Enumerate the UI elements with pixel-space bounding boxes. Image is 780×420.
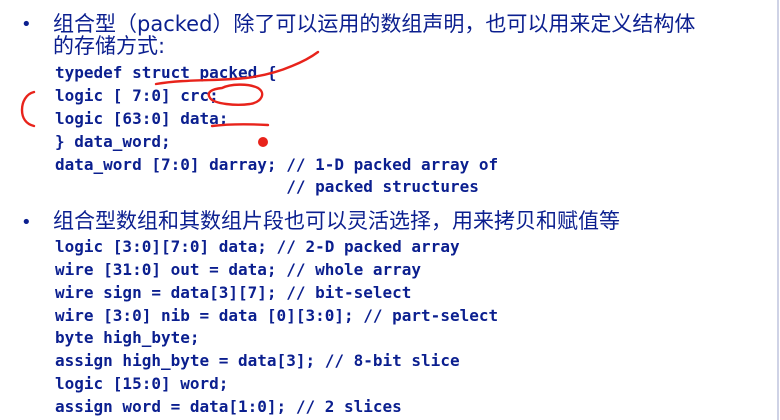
code-line: logic [ 7:0] crc; (55, 86, 219, 105)
bullet-marker: • (21, 212, 32, 233)
code-line: byte high_byte; (55, 328, 200, 347)
code-line: logic [3:0][7:0] data; // 2-D packed arr… (55, 237, 460, 256)
code-line: // packed structures (55, 177, 479, 196)
bullet-text-1-line-2: 的存储方式: (53, 34, 166, 58)
code-line: data_word [7:0] darray; // 1-D packed ar… (55, 155, 499, 174)
slide: • 组合型（packed）除了可以运用的数组声明，也可以用来定义结构体 的存储方… (0, 0, 780, 420)
code-line: logic [15:0] word; (55, 374, 229, 393)
slide-edge-divider (777, 0, 779, 420)
code-line: } data_word; (55, 132, 171, 151)
bracket-mark (20, 90, 36, 128)
bullet-text-1-line-1: 组合型（packed）除了可以运用的数组声明，也可以用来定义结构体 (53, 12, 696, 36)
code-line: logic [63:0] data; (55, 109, 229, 128)
code-line: typedef struct packed { (55, 63, 277, 82)
code-line: assign high_byte = data[3]; // 8-bit sli… (55, 351, 460, 370)
code-line: assign word = data[1:0]; // 2 slices (55, 397, 402, 416)
bullet-marker: • (21, 14, 32, 35)
pointer-dot (258, 137, 268, 147)
bullet-text-2: 组合型数组和其数组片段也可以灵活选择，用来拷贝和赋值等 (53, 209, 620, 233)
code-line: wire sign = data[3][7]; // bit-select (55, 283, 412, 302)
code-line: wire [31:0] out = data; // whole array (55, 260, 422, 279)
code-line: wire [3:0] nib = data [0][3:0]; // part-… (55, 306, 499, 325)
